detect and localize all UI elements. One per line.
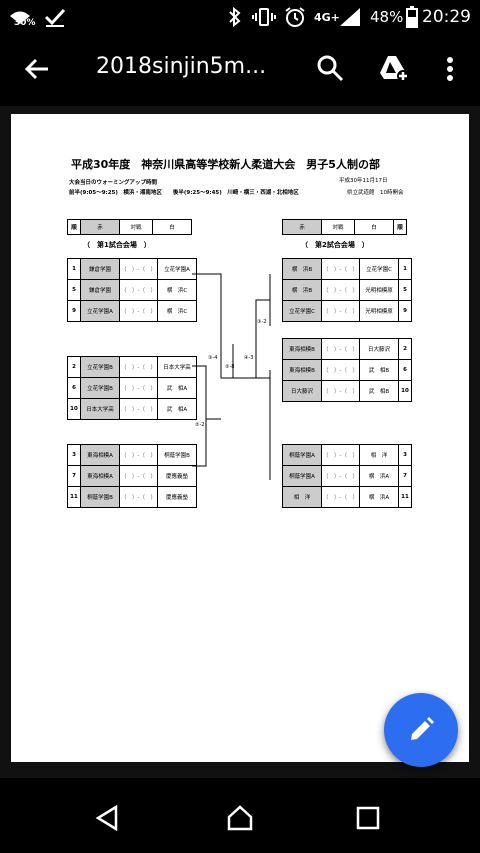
status-bar: 30% 4G+ 48% 20:29 <box>0 0 480 34</box>
bracket-label-r1: ④-3 <box>244 355 254 361</box>
search-icon[interactable] <box>316 54 344 86</box>
pencil-icon <box>411 717 434 740</box>
battery-percent: 48% <box>370 8 404 26</box>
cell-signal-icon <box>340 0 360 34</box>
nav-recents-icon[interactable] <box>356 806 380 834</box>
bracket-label-l1: ③-4 <box>208 355 218 361</box>
document-title: 2018sinjin5m... <box>96 54 267 79</box>
network-type: 4G+ <box>314 10 340 24</box>
bluetooth-icon <box>228 0 242 34</box>
document-viewer[interactable]: 平成30年度 神奈川県高等学校新人柔道大会 男子5人制の部 大会当日のウォーミン… <box>0 106 480 778</box>
bracket-lines <box>192 273 271 480</box>
battery-icon <box>406 0 418 34</box>
clock: 20:29 <box>422 7 471 27</box>
checkbox-icon <box>44 0 66 34</box>
more-options-icon[interactable] <box>446 56 454 86</box>
vibrate-icon <box>252 0 276 34</box>
edit-fab-button[interactable] <box>384 693 458 767</box>
nav-home-icon[interactable] <box>226 804 254 836</box>
signal-text: 30% <box>14 18 36 28</box>
bracket-label-r2: ③-2 <box>257 319 267 325</box>
alarm-icon <box>284 0 306 34</box>
bracket-label-center: ②-8 <box>225 364 235 370</box>
back-arrow-icon[interactable] <box>24 56 50 86</box>
nav-back-icon[interactable] <box>94 804 120 836</box>
add-to-drive-icon[interactable] <box>378 54 410 86</box>
bracket-label-l2: ②-2 <box>195 422 205 428</box>
app-bar: 2018sinjin5m... <box>0 34 480 106</box>
nav-bar <box>0 778 480 853</box>
signal-status: 30% <box>10 0 36 34</box>
pdf-page: 平成30年度 神奈川県高等学校新人柔道大会 男子5人制の部 大会当日のウォーミン… <box>11 114 469 762</box>
